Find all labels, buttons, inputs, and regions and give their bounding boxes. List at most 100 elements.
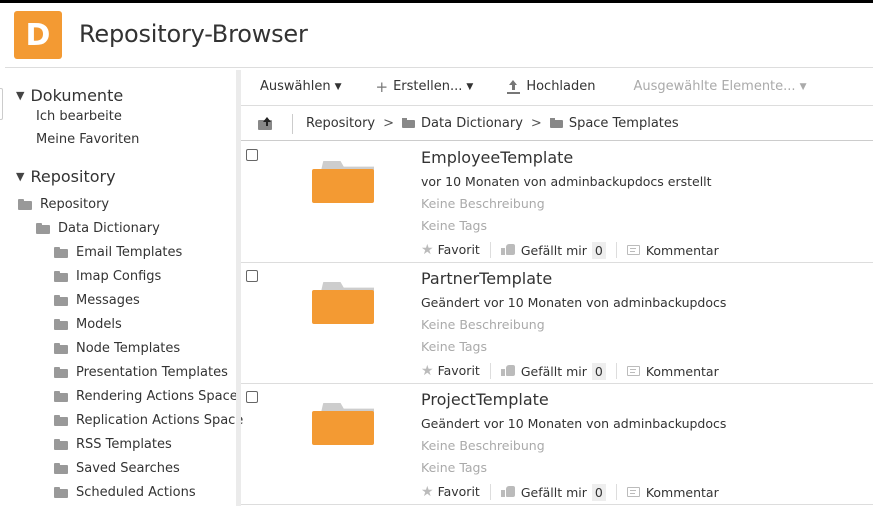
folder-icon[interactable] [312,403,374,445]
favorite-label: Favorit [437,242,480,257]
star-icon: ★ [421,242,434,258]
section-documents-header[interactable]: ▼ Dokumente [16,86,123,105]
comment-label: Kommentar [645,242,719,258]
item-actions: ★ Favorit Gefällt mir 0 Kommentar [421,240,719,260]
like-label: Gefällt mir [520,484,587,500]
select-label: Auswählen [260,79,331,94]
item-title[interactable]: EmployeeTemplate [421,148,573,167]
logo-letter: D [25,17,51,53]
item-title[interactable]: PartnerTemplate [421,269,552,288]
item-meta: vor 10 Monaten von adminbackupdocs erste… [421,174,712,189]
caret-down-icon: ▼ [466,81,474,92]
comment-button[interactable]: Kommentar [626,363,719,379]
item-meta: Geändert vor 10 Monaten von adminbackupd… [421,295,727,310]
tree-item-label: Models [76,317,122,332]
link-meine-favoriten[interactable]: Meine Favoriten [36,132,139,147]
thumbs-up-icon [500,485,515,497]
select-menu-button[interactable]: Auswählen ▼ [260,79,342,94]
favorite-button[interactable]: ★ Favorit [421,363,480,379]
item-actions: ★ Favorit Gefällt mir 0 Kommentar [421,482,719,502]
folder-icon [54,295,68,306]
tree-item[interactable]: Presentation Templates [54,365,228,380]
section-repository-header[interactable]: ▼ Repository [16,167,116,186]
favorite-button[interactable]: ★ Favorit [421,484,480,500]
tree-item[interactable]: Models [54,317,122,332]
like-button[interactable]: Gefällt mir [500,242,587,258]
tree-item-label: Presentation Templates [76,365,228,380]
comment-label: Kommentar [645,484,719,500]
folder-icon [54,367,68,378]
folder-icon [54,415,68,426]
selected-items-label: Ausgewählte Elemente... [633,79,796,94]
tree-item-data-dictionary[interactable]: Data Dictionary [36,221,160,236]
star-icon: ★ [421,484,434,500]
folder-icon [54,439,68,450]
like-count: 0 [591,483,606,501]
expand-triangle-icon: ▼ [16,170,25,183]
parent-folder-icon[interactable] [258,117,272,130]
select-checkbox[interactable] [246,149,258,161]
tree-item-label: Replication Actions Space [76,413,244,428]
item-tags: Keine Tags [421,460,487,475]
folder-icon[interactable] [312,282,374,324]
toolbar: Auswählen ▼ + Erstellen... ▼ Hochladen A… [241,68,873,106]
folder-icon [54,343,68,354]
comment-icon [626,486,640,497]
like-button[interactable]: Gefällt mir [500,484,587,500]
selected-items-menu-button[interactable]: Ausgewählte Elemente... ▼ [634,79,807,94]
breadcrumb-repository[interactable]: Repository [306,116,375,131]
upload-label: Hochladen [526,79,596,94]
thumbs-up-icon [500,364,515,376]
comment-icon [626,365,640,376]
folder-icon [54,271,68,282]
select-checkbox[interactable] [246,391,258,403]
tree-item[interactable]: Email Templates [54,245,182,260]
tree-item[interactable]: Messages [54,293,140,308]
item-actions: ★ Favorit Gefällt mir 0 Kommentar [421,361,719,381]
comment-label: Kommentar [645,363,719,379]
select-checkbox[interactable] [246,270,258,282]
breadcrumb-separator: > [530,115,542,131]
breadcrumb-data-dictionary[interactable]: Data Dictionary [421,116,523,131]
item-description: Keine Beschreibung [421,196,545,211]
tree-item[interactable]: Scheduled Actions [54,485,196,500]
tree-item[interactable]: Imap Configs [54,269,161,284]
sidebar-collapse-handle[interactable] [0,88,3,120]
star-icon: ★ [421,363,434,379]
tree-item-label: Node Templates [76,341,181,356]
action-divider [615,242,617,258]
tree-item-label: Imap Configs [76,269,162,284]
upload-button[interactable]: Hochladen [507,79,596,94]
expand-triangle-icon: ▼ [16,89,25,102]
like-label: Gefällt mir [520,242,587,258]
tree-item[interactable]: Node Templates [54,341,180,356]
comment-button[interactable]: Kommentar [626,242,719,258]
tree-item-label: RSS Templates [76,437,172,452]
tree-item[interactable]: Saved Searches [54,461,180,476]
tree-item[interactable]: Rendering Actions Space [54,389,238,404]
tree-item[interactable]: Replication Actions Space [54,413,243,428]
tree-item-label: Rendering Actions Space [76,389,238,404]
folder-icon [54,247,68,258]
item-description: Keine Beschreibung [421,317,545,332]
caret-down-icon: ▼ [799,81,807,92]
like-button[interactable]: Gefällt mir [500,364,587,379]
section-documents-label: Dokumente [30,86,124,105]
breadcrumb-separator: > [383,115,395,131]
action-divider [489,242,491,258]
create-menu-button[interactable]: + Erstellen... ▼ [376,78,474,96]
favorite-button[interactable]: ★ Favorit [421,242,480,258]
list-item: EmployeeTemplate vor 10 Monaten von admi… [241,142,873,263]
comment-button[interactable]: Kommentar [626,484,719,500]
folder-icon[interactable] [312,161,374,203]
breadcrumb: Repository > Data Dictionary > Space Tem… [241,106,873,141]
tree-item[interactable]: RSS Templates [54,437,172,452]
folder-icon [54,391,68,402]
item-tags: Keine Tags [421,218,487,233]
folder-icon [402,118,416,128]
item-tags: Keine Tags [421,339,487,354]
link-ich-bearbeite[interactable]: Ich bearbeite [36,109,122,124]
tree-item-label: Email Templates [76,245,183,260]
tree-item-repository[interactable]: Repository [18,197,109,212]
item-title[interactable]: ProjectTemplate [421,390,549,409]
